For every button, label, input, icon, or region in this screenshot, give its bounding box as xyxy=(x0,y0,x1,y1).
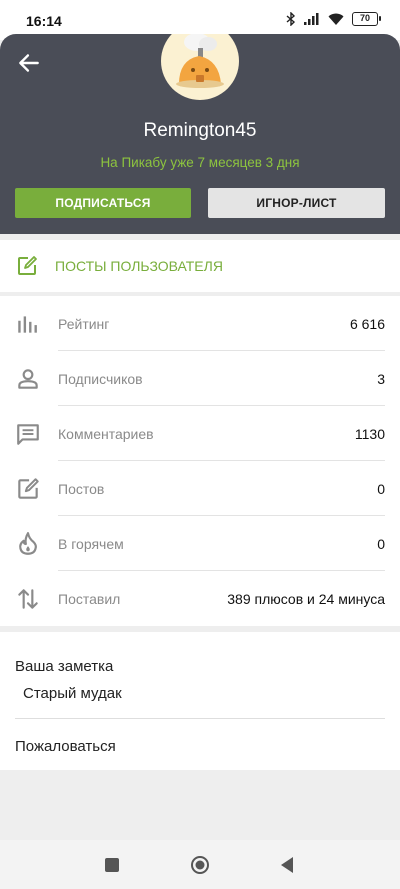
back-arrow-icon[interactable] xyxy=(16,50,42,76)
stat-row-hot: В горячем 0 xyxy=(0,516,400,571)
stat-row-comments: Комментариев 1130 xyxy=(0,406,400,461)
comment-icon xyxy=(17,424,39,445)
recents-square-icon[interactable] xyxy=(101,854,123,876)
home-circle-icon[interactable] xyxy=(189,854,211,876)
divider xyxy=(15,718,385,719)
stat-value: 3 xyxy=(377,371,385,387)
report-button[interactable]: Пожаловаться xyxy=(15,738,116,755)
stat-label: В горячем xyxy=(58,536,124,552)
stat-value: 0 xyxy=(377,536,385,552)
fire-icon xyxy=(19,532,37,555)
stat-value: 1130 xyxy=(354,426,385,442)
navigation-bar xyxy=(0,840,400,889)
stat-value: 389 плюсов и 24 минуса xyxy=(227,591,385,607)
battery-level: 70 xyxy=(359,13,370,23)
status-time: 16:14 xyxy=(26,13,62,29)
edit-icon xyxy=(18,256,37,275)
stat-label: Поставил xyxy=(58,591,121,607)
note-title: Ваша заметка xyxy=(15,658,114,675)
system-icons: 70 xyxy=(286,12,381,26)
stat-row-posts: Постов 0 xyxy=(0,461,400,516)
ignore-list-button[interactable]: ИГНОР-ЛИСТ xyxy=(208,188,385,218)
stat-value: 6 616 xyxy=(349,316,385,332)
bar-chart-icon xyxy=(18,316,37,333)
stat-value: 0 xyxy=(377,481,385,497)
back-triangle-icon[interactable] xyxy=(277,854,299,876)
stat-label: Подписчиков xyxy=(58,371,143,387)
user-posts-link[interactable]: ПОСТЫ ПОЛЬЗОВАТЕЛЯ xyxy=(0,240,400,292)
person-icon xyxy=(18,369,38,389)
stat-row-rating: Рейтинг 6 616 xyxy=(0,296,400,351)
stat-row-subscribers: Подписчиков 3 xyxy=(0,351,400,406)
stat-label: Постов xyxy=(58,481,105,497)
stat-row-votes: Поставил 389 плюсов и 24 минуса xyxy=(0,571,400,626)
battery-icon: 70 xyxy=(352,12,381,26)
edit-icon xyxy=(18,478,39,499)
member-since: На Пикабу уже 7 месяцев 3 дня xyxy=(100,155,300,170)
username: Remington45 xyxy=(143,120,257,141)
user-posts-label: ПОСТЫ ПОЛЬЗОВАТЕЛЯ xyxy=(55,258,223,274)
avatar xyxy=(161,34,239,100)
subscribe-button[interactable]: ПОДПИСАТЬСЯ xyxy=(15,188,191,218)
bluetooth-icon xyxy=(286,12,296,26)
notes-section: Ваша заметка Старый мудак Пожаловаться xyxy=(0,632,400,770)
stat-label: Комментариев xyxy=(58,426,154,442)
profile-header: Remington45 На Пикабу уже 7 месяцев 3 дн… xyxy=(0,34,400,234)
note-text[interactable]: Старый мудак xyxy=(23,685,122,702)
wifi-icon xyxy=(328,13,344,25)
swap-vertical-icon xyxy=(18,589,38,609)
stat-label: Рейтинг xyxy=(58,316,110,332)
signal-icon xyxy=(304,13,319,25)
stats-list: Рейтинг 6 616 Подписчиков 3 Комментариев… xyxy=(0,296,400,626)
